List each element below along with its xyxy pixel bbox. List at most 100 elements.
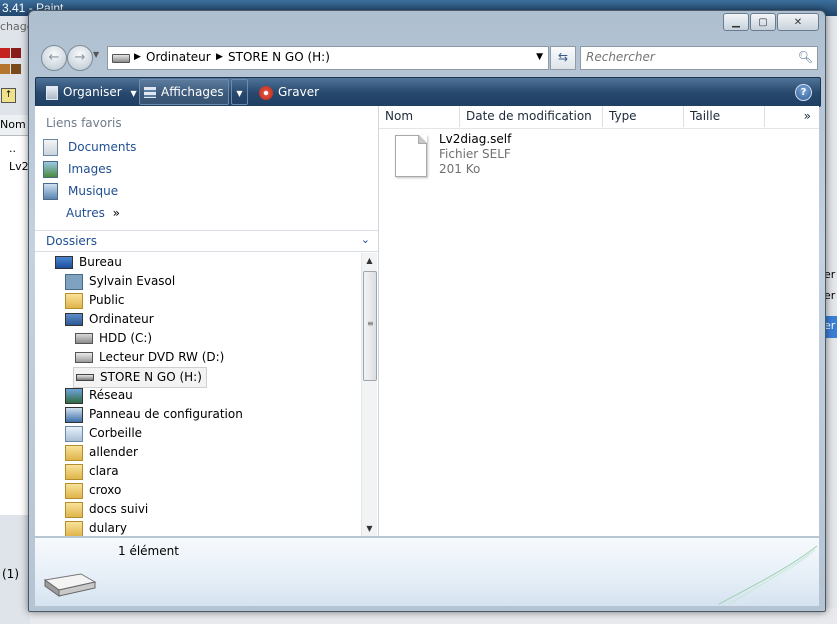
- usb-drive-icon: [76, 374, 94, 381]
- refresh-button[interactable]: ⇆: [550, 46, 576, 70]
- tree-node-computer[interactable]: Ordinateur: [65, 310, 154, 329]
- views-dropdown-button[interactable]: ▼: [231, 79, 248, 105]
- views-button[interactable]: Affichages: [139, 79, 229, 105]
- pictures-icon: [43, 161, 58, 178]
- tree-node-hdd[interactable]: HDD (C:): [75, 329, 152, 348]
- favorite-links-header: Liens favoris: [46, 116, 122, 130]
- organize-button[interactable]: Organiser ▼: [46, 78, 137, 106]
- tree-node-label: Sylvain Evasol: [89, 274, 176, 288]
- address-dropdown-icon[interactable]: ▼: [536, 52, 543, 62]
- tree-node-label: Réseau: [89, 388, 133, 402]
- palette-color-swatch[interactable]: [0, 48, 10, 58]
- favorite-images[interactable]: Images: [43, 159, 112, 179]
- music-icon: [43, 183, 58, 200]
- minimize-button[interactable]: ▁: [723, 13, 749, 31]
- views-label: Affichages: [161, 85, 224, 99]
- dvd-drive-icon: [75, 352, 93, 363]
- history-dropdown-icon[interactable]: ▼: [93, 50, 99, 59]
- tree-node-label: Panneau de configuration: [89, 407, 243, 421]
- help-button[interactable]: ?: [795, 84, 812, 101]
- file-meta: Lv2diag.self Fichier SELF 201 Ko: [439, 132, 639, 177]
- minimize-icon: ▁: [732, 16, 740, 28]
- tree-node-label: Bureau: [79, 255, 122, 269]
- scroll-up-icon[interactable]: ▲: [362, 253, 377, 268]
- palette-color-swatch[interactable]: [11, 48, 21, 58]
- tree-node-dvd[interactable]: Lecteur DVD RW (D:): [75, 348, 224, 367]
- tree-node-folder[interactable]: dulary: [65, 519, 127, 536]
- details-pane: 1 élément: [35, 537, 819, 606]
- tree-node-user[interactable]: Sylvain Evasol: [65, 272, 175, 291]
- maximize-button[interactable]: ▢: [750, 13, 776, 31]
- favorite-documents[interactable]: Documents: [43, 137, 136, 157]
- breadcrumb-separator-icon[interactable]: ▶: [216, 47, 223, 68]
- background-bottom-text: (1): [2, 567, 19, 581]
- column-header-type[interactable]: Type: [603, 106, 684, 127]
- breadcrumb-separator-icon[interactable]: ▶: [134, 47, 141, 68]
- computer-icon: [65, 313, 83, 326]
- caption-buttons: ▁ ▢ ✕: [722, 13, 819, 31]
- breadcrumb-store-n-go[interactable]: STORE N GO (H:): [228, 47, 330, 68]
- help-icon: ?: [800, 87, 807, 98]
- scroll-down-icon[interactable]: ▼: [362, 521, 377, 536]
- tree-node-folder[interactable]: clara: [65, 462, 119, 481]
- grip-icon: ≡: [367, 319, 374, 328]
- tree-node-network[interactable]: Réseau: [65, 386, 133, 405]
- burn-disc-icon: [259, 85, 273, 100]
- folder-icon: [65, 292, 83, 309]
- tree-node-public[interactable]: Public: [65, 291, 125, 310]
- dropdown-arrow-icon: ▼: [236, 89, 243, 98]
- column-more-icon[interactable]: »: [765, 106, 819, 127]
- tree-node-recycle-bin[interactable]: Corbeille: [65, 424, 142, 443]
- more-chevron-icon: »: [112, 206, 120, 220]
- folders-label: Dossiers: [46, 234, 97, 248]
- search-icon[interactable]: 🔍︎: [798, 50, 813, 64]
- tree-node-label: croxo: [89, 483, 122, 497]
- favorite-more[interactable]: Autres »: [66, 203, 120, 223]
- tree-node-control-panel[interactable]: Panneau de configuration: [65, 405, 243, 424]
- tree-node-label: Lecteur DVD RW (D:): [99, 350, 225, 364]
- favorite-label: Autres: [66, 206, 105, 220]
- palette-color-swatch[interactable]: [0, 64, 10, 74]
- folders-header[interactable]: Dossiers ⌄: [35, 230, 378, 252]
- refresh-icon: ⇆: [557, 50, 569, 64]
- background-item[interactable]: Lv2: [9, 160, 29, 173]
- tree-node-folder[interactable]: docs suivi: [65, 500, 148, 519]
- tree-node-label: Corbeille: [89, 426, 143, 440]
- navigation-pane: Liens favoris Documents Images Musique A…: [35, 106, 379, 536]
- folder-icon: [65, 482, 83, 499]
- back-button[interactable]: ←: [41, 45, 67, 71]
- up-arrow-icon[interactable]: ↑: [1, 88, 16, 103]
- command-toolbar: Organiser ▼ Affichages ▼ Graver ?: [35, 77, 821, 107]
- document-file-icon: [395, 135, 427, 177]
- folder-icon: [65, 520, 83, 536]
- palette-color-swatch[interactable]: [11, 64, 21, 74]
- address-bar[interactable]: ▶ Ordinateur ▶ STORE N GO (H:) ▼: [107, 46, 549, 70]
- folder-icon: [65, 501, 83, 518]
- close-icon: ✕: [793, 16, 803, 28]
- explorer-body: Liens favoris Documents Images Musique A…: [35, 106, 819, 536]
- close-button[interactable]: ✕: [777, 13, 819, 31]
- tree-node-store-n-go[interactable]: STORE N GO (H:): [73, 367, 207, 388]
- folder-icon: [65, 444, 83, 461]
- search-input[interactable]: [581, 47, 791, 67]
- tree-node-label: STORE N GO (H:): [100, 370, 202, 384]
- breadcrumb-ordinateur[interactable]: Ordinateur: [146, 47, 211, 68]
- favorite-music[interactable]: Musique: [43, 181, 118, 201]
- tree-scrollbar[interactable]: ▲ ≡ ▼: [361, 253, 377, 536]
- forward-button[interactable]: →: [67, 45, 93, 71]
- column-header-date[interactable]: Date de modification: [460, 106, 603, 127]
- column-header-size[interactable]: Taille: [684, 106, 765, 127]
- background-item[interactable]: ..: [9, 142, 16, 155]
- burn-button[interactable]: Graver: [259, 78, 319, 106]
- column-header-name[interactable]: Nom: [379, 106, 460, 127]
- tree-node-folder[interactable]: allender: [65, 443, 138, 462]
- scrollbar-thumb[interactable]: ≡: [363, 271, 377, 381]
- favorite-label: Images: [68, 162, 112, 176]
- usb-drive-icon: [43, 573, 97, 597]
- tree-node-bureau[interactable]: Bureau: [55, 253, 122, 272]
- tree-node-label: allender: [89, 445, 138, 459]
- search-box: 🔍︎: [580, 46, 818, 70]
- tree-node-folder[interactable]: croxo: [65, 481, 121, 500]
- folder-tree: Bureau Sylvain Evasol Public Ordinateur …: [35, 253, 361, 536]
- explorer-window: ▁ ▢ ✕ ← → ▼ ▶ Ordinateur ▶ STORE N GO (H…: [28, 10, 826, 612]
